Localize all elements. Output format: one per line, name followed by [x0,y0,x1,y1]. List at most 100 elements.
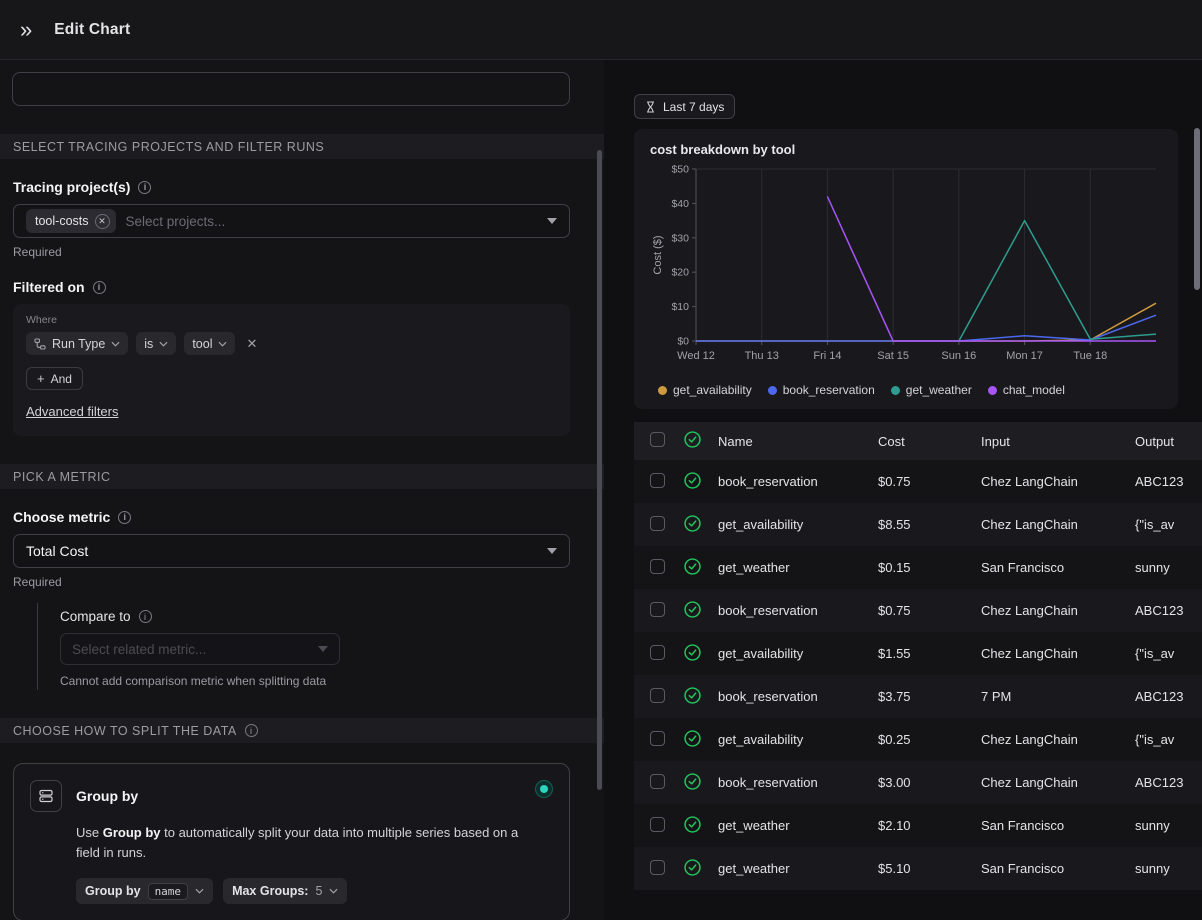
section-header-metric: PICK A METRIC [0,464,604,489]
advanced-filters-link[interactable]: Advanced filters [26,404,119,419]
legend-item[interactable]: chat_model [988,383,1065,397]
column-header-output[interactable]: Output [1135,434,1202,449]
run-output: ABC123 [1135,775,1202,790]
table-row[interactable]: book_reservation$0.75Chez LangChainABC12… [634,589,1202,632]
project-chip-label: tool-costs [35,214,89,228]
filter-value-label: tool [192,337,212,351]
left-panel-scrollbar-thumb[interactable] [597,150,602,790]
run-name[interactable]: book_reservation [718,474,878,489]
chevron-down-icon [547,218,557,224]
filtered-on-label: Filtered on [13,279,591,295]
svg-text:Fri 14: Fri 14 [813,350,841,362]
section-header-label: CHOOSE HOW TO SPLIT THE DATA [13,724,237,738]
chart-name-input[interactable] [12,72,570,106]
row-checkbox[interactable] [650,688,665,703]
run-name[interactable]: book_reservation [718,775,878,790]
run-name[interactable]: get_weather [718,818,878,833]
projects-placeholder: Select projects... [126,214,538,229]
info-icon[interactable] [118,511,131,524]
success-status-icon [684,515,701,532]
run-input: Chez LangChain [981,646,1135,661]
table-row[interactable]: book_reservation$3.00Chez LangChainABC12… [634,761,1202,804]
chevron-down-icon [547,548,557,554]
legend-item[interactable]: get_availability [658,383,752,397]
row-checkbox[interactable] [650,473,665,488]
info-icon[interactable] [139,610,152,623]
time-range-chip[interactable]: Last 7 days [634,94,735,119]
run-output: {"is_av [1135,646,1202,661]
run-input: Chez LangChain [981,775,1135,790]
run-input: Chez LangChain [981,603,1135,618]
info-icon[interactable] [245,724,258,737]
table-row[interactable]: get_availability$1.55Chez LangChain{"is_… [634,632,1202,675]
project-chip[interactable]: tool-costs ✕ [26,209,116,233]
line-chart[interactable]: Wed 12Thu 13Fri 14Sat 15Sun 16Mon 17Tue … [650,163,1162,376]
group-by-card[interactable]: Group by Use Group by to automatically s… [13,763,570,920]
success-status-icon [684,601,701,618]
collapse-sidebar-icon[interactable]: » [20,19,32,41]
run-name[interactable]: book_reservation [718,603,878,618]
legend-item[interactable]: get_weather [891,383,972,397]
run-cost: $3.75 [878,689,981,704]
filter-operator-chip[interactable]: is [136,332,176,355]
run-cost: $3.00 [878,775,981,790]
run-name[interactable]: book_reservation [718,689,878,704]
tracing-projects-label: Tracing project(s) [13,179,591,195]
success-status-icon [684,773,701,790]
remove-project-icon[interactable]: ✕ [95,214,110,229]
column-header-cost[interactable]: Cost [878,434,981,449]
table-row[interactable]: book_reservation$3.757 PMABC123 [634,675,1202,718]
row-checkbox[interactable] [650,774,665,789]
filter-value-chip[interactable]: tool [184,332,235,355]
table-row[interactable]: book_reservation$0.75Chez LangChainABC12… [634,460,1202,503]
table-row[interactable]: get_weather$2.10San Franciscosunny [634,804,1202,847]
chevron-down-icon [111,341,120,347]
compare-to-block: Compare to Select related metric... Cann… [37,603,570,690]
run-name[interactable]: get_weather [718,861,878,876]
chevron-down-icon [318,646,328,652]
page-scrollbar-thumb[interactable] [1194,128,1200,290]
success-status-icon [684,859,701,876]
run-cost: $0.15 [878,560,981,575]
info-icon[interactable] [93,281,106,294]
svg-text:Thu 13: Thu 13 [745,350,779,362]
column-header-input[interactable]: Input [981,434,1135,449]
tracing-projects-select[interactable]: tool-costs ✕ Select projects... [13,204,570,238]
group-by-field-button[interactable]: Group by name [76,878,213,904]
table-row[interactable]: get_availability$0.25Chez LangChain{"is_… [634,718,1202,761]
run-name[interactable]: get_availability [718,517,878,532]
row-checkbox[interactable] [650,731,665,746]
row-checkbox[interactable] [650,516,665,531]
run-cost: $0.75 [878,474,981,489]
run-name[interactable]: get_availability [718,732,878,747]
filter-operator-label: is [144,337,153,351]
row-checkbox[interactable] [650,602,665,617]
chart-card: cost breakdown by tool Wed 12Thu 13Fri 1… [634,129,1178,409]
group-by-radio-selected[interactable] [535,780,553,798]
info-icon[interactable] [138,181,151,194]
metric-select[interactable]: Total Cost [13,534,570,568]
filter-field-chip[interactable]: Run Type [26,332,128,355]
add-and-filter-button[interactable]: + And [26,367,83,390]
row-checkbox[interactable] [650,645,665,660]
required-note: Required [13,575,591,589]
table-row[interactable]: get_weather$0.15San Franciscosunny [634,546,1202,589]
run-name[interactable]: get_weather [718,560,878,575]
row-checkbox[interactable] [650,817,665,832]
svg-text:$40: $40 [671,198,689,210]
filter-field-label: Run Type [52,337,105,351]
runs-table: Name Cost Input Output book_reservation$… [634,422,1202,890]
legend-label: get_weather [906,383,972,397]
row-checkbox[interactable] [650,559,665,574]
section-header-label: SELECT TRACING PROJECTS AND FILTER RUNS [13,140,324,154]
max-groups-button[interactable]: Max Groups: 5 [223,878,347,904]
column-header-name[interactable]: Name [718,434,878,449]
legend-item[interactable]: book_reservation [768,383,875,397]
remove-filter-icon[interactable]: ✕ [246,336,257,352]
run-name[interactable]: get_availability [718,646,878,661]
table-row[interactable]: get_availability$8.55Chez LangChain{"is_… [634,503,1202,546]
row-checkbox[interactable] [650,860,665,875]
select-all-checkbox[interactable] [650,432,665,447]
chart-title: cost breakdown by tool [650,142,1162,157]
table-row[interactable]: get_weather$5.10San Franciscosunny [634,847,1202,890]
